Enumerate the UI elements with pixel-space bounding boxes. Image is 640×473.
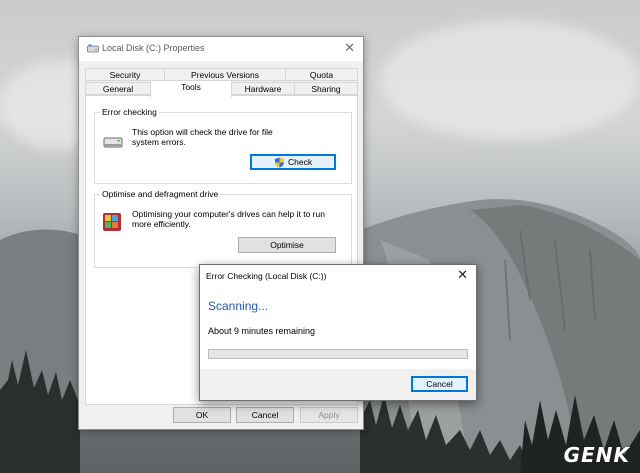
optimise-description-2: more efficiently. bbox=[132, 219, 191, 229]
error-checking-title: Error Checking (Local Disk (C:)) bbox=[206, 271, 327, 281]
defragment-icon bbox=[103, 213, 121, 231]
uac-shield-icon bbox=[275, 157, 284, 168]
optimise-description-1: Optimising your computer's drives can he… bbox=[132, 209, 325, 219]
scan-progress-bar bbox=[208, 349, 468, 359]
error-checking-group: Error checking This option will check th… bbox=[94, 107, 352, 184]
optimise-legend: Optimise and defragment drive bbox=[100, 189, 221, 199]
optimise-group: Optimise and defragment drive Optimising… bbox=[94, 189, 352, 268]
error-checking-dialog: Error Checking (Local Disk (C:)) ✕ Scann… bbox=[199, 264, 477, 401]
tab-general[interactable]: General bbox=[85, 82, 151, 95]
scanning-heading: Scanning... bbox=[208, 299, 269, 313]
error-checking-legend: Error checking bbox=[100, 107, 159, 117]
time-remaining-text: About 9 minutes remaining bbox=[208, 326, 316, 336]
error-checking-close-button[interactable]: ✕ bbox=[457, 267, 468, 283]
properties-titlebar: Local Disk (C:) Properties ✕ bbox=[79, 37, 363, 61]
drive-icon bbox=[87, 44, 99, 53]
tab-sharing[interactable]: Sharing bbox=[294, 82, 358, 95]
tab-tools[interactable]: Tools bbox=[150, 80, 232, 97]
hard-drive-icon bbox=[103, 137, 123, 148]
tab-hardware[interactable]: Hardware bbox=[231, 82, 295, 95]
scan-cancel-button[interactable]: Cancel bbox=[411, 376, 468, 392]
genk-watermark: GENK bbox=[563, 443, 630, 467]
optimise-button[interactable]: Optimise bbox=[238, 237, 336, 253]
error-checking-body: Scanning... About 9 minutes remaining bbox=[200, 287, 476, 369]
properties-title: Local Disk (C:) Properties bbox=[102, 43, 205, 53]
apply-button: Apply bbox=[300, 407, 358, 423]
check-button[interactable]: Check bbox=[250, 154, 336, 170]
error-checking-description-2: system errors. bbox=[132, 137, 186, 147]
ok-button[interactable]: OK bbox=[173, 407, 231, 423]
tab-quota[interactable]: Quota bbox=[285, 68, 358, 81]
check-button-label: Check bbox=[288, 157, 313, 167]
error-checking-description-1: This option will check the drive for fil… bbox=[132, 127, 273, 137]
properties-close-button[interactable]: ✕ bbox=[344, 40, 355, 56]
cancel-button[interactable]: Cancel bbox=[236, 407, 294, 423]
error-checking-titlebar: Error Checking (Local Disk (C:)) ✕ bbox=[200, 265, 476, 287]
